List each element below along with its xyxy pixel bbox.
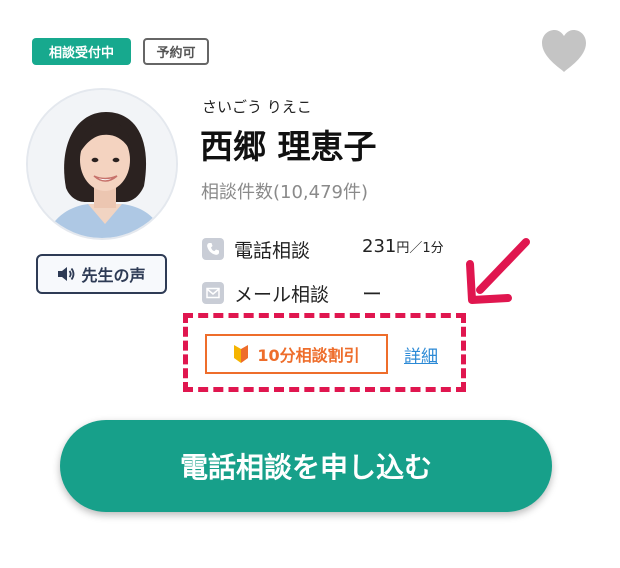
teacher-voice-button[interactable]: 先生の声 [36,254,167,294]
teacher-voice-label: 先生の声 [81,266,146,285]
apply-phone-consult-button[interactable]: 電話相談を申し込む [60,420,552,512]
consult-count: 相談件数(10,479件) [201,182,369,203]
mail-service-row: メール相談 [202,280,329,306]
heart-icon [542,30,586,72]
mail-service-label: メール相談 [234,283,330,306]
status-badge: 相談受付中 [32,38,131,65]
phone-price-unit: 円／1分 [396,241,444,256]
phone-service-row: 電話相談 [202,236,310,262]
phone-price-value: 231 [362,236,397,257]
arrow-annotation-icon [466,238,530,304]
phone-service-label: 電話相談 [234,239,311,262]
discount-detail-link[interactable]: 詳細 [404,342,438,367]
favorite-button[interactable] [540,28,588,74]
reservation-badge: 予約可 [143,38,209,65]
mail-price-value: ー [362,282,382,306]
discount-badge[interactable]: 10分相談割引 [205,334,388,374]
counselor-avatar [26,88,178,240]
discount-label: 10分相談割引 [257,346,360,365]
mail-icon [202,282,224,304]
counselor-name-kana: さいごう りえこ [202,98,312,116]
beginner-mark-icon [234,345,249,363]
counselor-name: 西郷 理恵子 [200,127,377,166]
speaker-icon [58,267,75,281]
phone-price: 231 円／1分 [362,236,444,262]
phone-icon [202,238,224,260]
